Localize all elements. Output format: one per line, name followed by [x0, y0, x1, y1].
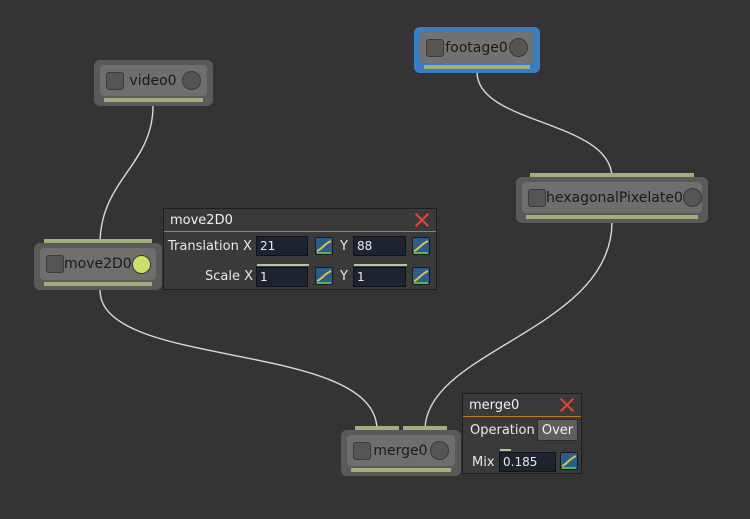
- keyframe-curve-icon[interactable]: [560, 452, 578, 470]
- close-icon[interactable]: [559, 397, 575, 413]
- operation-dropdown[interactable]: Over: [537, 419, 578, 441]
- mix-value: 0.185: [503, 455, 538, 469]
- node-body: footage0: [420, 32, 534, 63]
- panel-title: move2D0: [170, 212, 233, 228]
- node-label: video0: [129, 72, 177, 89]
- panel-title: merge0: [469, 397, 520, 413]
- view-toggle-dot[interactable]: [430, 441, 449, 460]
- mix-field[interactable]: 0.185: [499, 449, 556, 472]
- node-video0[interactable]: video0: [94, 60, 213, 106]
- scale-x-field[interactable]: 1: [256, 264, 309, 287]
- translation-y-value: 88: [357, 239, 373, 253]
- wire-move2d-to-merge: [99, 289, 378, 431]
- output-port-bar[interactable]: [44, 282, 152, 286]
- scale-y-value: 1: [357, 270, 365, 284]
- keyframe-curve-icon[interactable]: [412, 267, 430, 285]
- scale-x-slider[interactable]: [257, 264, 309, 266]
- node-footage0[interactable]: footage0: [414, 27, 540, 73]
- wire-video-to-move2d: [99, 105, 154, 245]
- translation-x-label: Translation X: [168, 239, 252, 254]
- operation-label: Operation: [470, 423, 535, 438]
- view-toggle-dot[interactable]: [131, 254, 151, 274]
- view-toggle-dot[interactable]: [182, 71, 201, 90]
- node-label: footage0: [445, 39, 508, 56]
- panel-title-bar: move2D0: [164, 209, 436, 232]
- operation-value: Over: [541, 422, 574, 438]
- scale-y-label: Y: [340, 269, 348, 284]
- panel-title-bar: merge0: [463, 394, 581, 417]
- output-port-bar[interactable]: [424, 65, 530, 69]
- node-move2D0[interactable]: move2D0: [34, 239, 162, 290]
- enable-checkbox[interactable]: [426, 38, 444, 57]
- close-icon[interactable]: [414, 212, 430, 228]
- keyframe-curve-icon[interactable]: [412, 237, 430, 255]
- output-port-bar[interactable]: [526, 215, 698, 219]
- node-body: video0: [100, 65, 207, 96]
- node-merge0[interactable]: merge0: [341, 426, 461, 476]
- output-port-bar[interactable]: [104, 98, 203, 102]
- translation-y-label: Y: [340, 239, 348, 254]
- scale-y-slider[interactable]: [354, 264, 407, 266]
- translation-x-field[interactable]: 21: [256, 236, 308, 256]
- output-port-bar[interactable]: [351, 468, 451, 472]
- scale-y-field[interactable]: 1: [353, 264, 407, 287]
- scale-x-label: Scale X: [205, 269, 254, 284]
- enable-checkbox[interactable]: [353, 441, 371, 460]
- translation-x-value: 21: [260, 239, 276, 253]
- node-label: hexagonalPixelate0: [546, 189, 683, 206]
- view-toggle-dot[interactable]: [509, 38, 528, 57]
- move2d-parameter-panel: move2D0 Translation X 21 Y 88 Scale X 1 …: [163, 208, 437, 290]
- wire-footage-to-hexagonal: [476, 71, 613, 179]
- enable-checkbox[interactable]: [106, 71, 124, 90]
- node-label: move2D0: [64, 256, 132, 272]
- enable-checkbox[interactable]: [46, 255, 64, 273]
- translation-y-field[interactable]: 88: [353, 236, 406, 256]
- mix-slider[interactable]: [500, 449, 511, 451]
- merge-parameter-panel: merge0 Operation Over Mix 0.185: [462, 393, 582, 474]
- node-body: merge0: [347, 435, 455, 466]
- keyframe-curve-icon[interactable]: [315, 237, 333, 255]
- keyframe-curve-icon[interactable]: [315, 267, 333, 285]
- node-hexagonalPixelate0[interactable]: hexagonalPixelate0: [516, 173, 708, 223]
- node-body: hexagonalPixelate0: [522, 182, 702, 213]
- node-body: move2D0: [40, 248, 156, 280]
- node-label: merge0: [373, 442, 428, 459]
- view-toggle-dot[interactable]: [682, 188, 702, 207]
- scale-x-value: 1: [260, 270, 268, 284]
- enable-checkbox[interactable]: [528, 188, 546, 207]
- mix-label: Mix: [472, 455, 495, 470]
